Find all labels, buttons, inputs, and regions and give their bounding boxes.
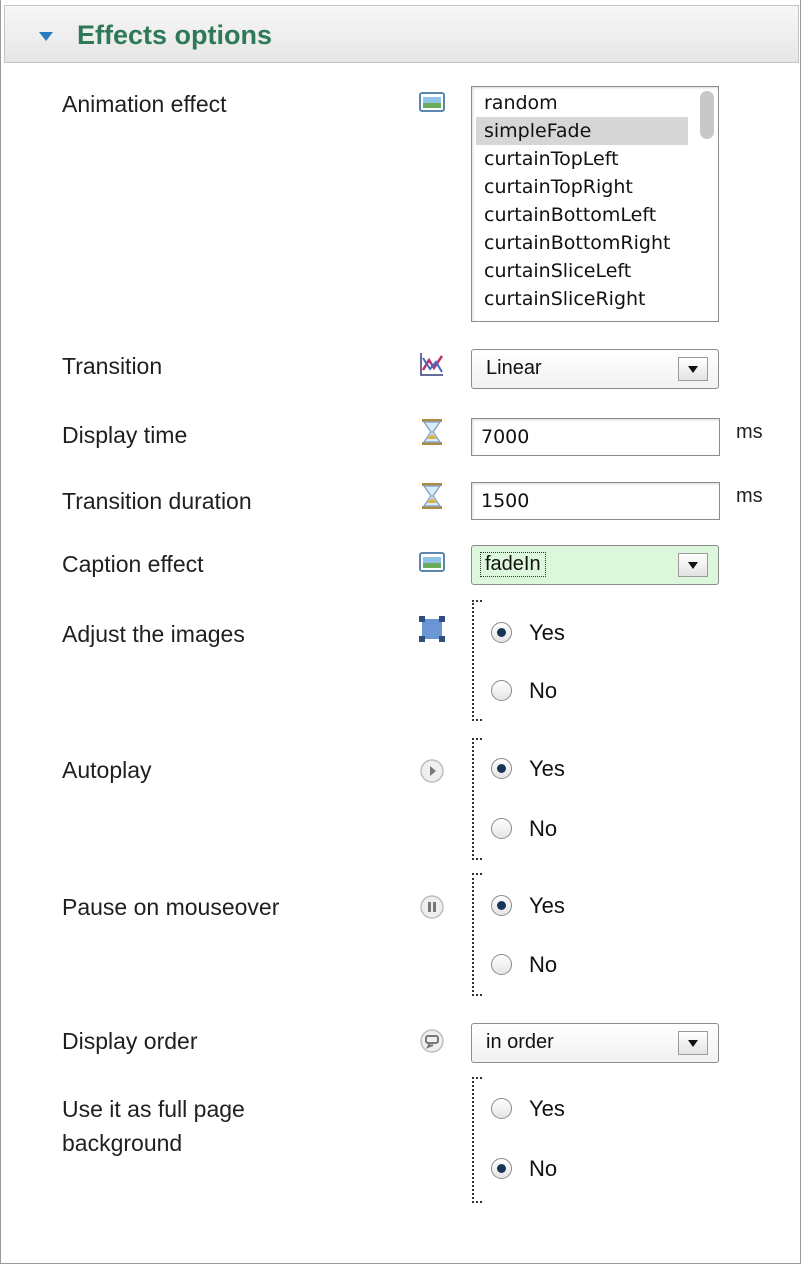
effects-options-header[interactable]: Effects options — [4, 5, 799, 63]
display-time-label: Display time — [62, 422, 188, 448]
full-page-background-no-radio[interactable] — [491, 1158, 512, 1179]
pause-icon — [420, 895, 444, 919]
listbox-option[interactable]: curtainBottomRight — [476, 229, 688, 257]
listbox-option[interactable]: curtainBottomLeft — [476, 201, 688, 229]
transition-duration-label: Transition duration — [62, 488, 252, 514]
transition-label: Transition — [62, 353, 163, 379]
pause-yes-radio[interactable] — [491, 895, 512, 916]
listbox-option[interactable]: curtainSliceRight — [476, 285, 688, 313]
adjust-images-no-radio[interactable] — [491, 680, 512, 701]
transition-select[interactable]: Linear — [471, 349, 719, 389]
display-time-input[interactable]: 7000 — [471, 418, 720, 456]
transition-duration-input[interactable]: 1500 — [471, 482, 720, 520]
listbox-option[interactable]: curtainSliceLeft — [476, 257, 688, 285]
caption-effect-select[interactable]: fadeIn — [471, 545, 719, 585]
display-time-unit: ms — [736, 421, 763, 443]
autoplay-label: Autoplay — [62, 757, 152, 783]
autoplay-no-label: No — [529, 816, 558, 841]
pause-no-label: No — [529, 952, 558, 977]
pause-no-radio[interactable] — [491, 954, 512, 975]
display-order-label: Display order — [62, 1028, 198, 1054]
pause-on-mouseover-label: Pause on mouseover — [62, 894, 280, 920]
pause-yes-label: Yes — [529, 893, 565, 918]
collapse-triangle-icon[interactable] — [39, 32, 53, 41]
autoplay-radio-group — [472, 738, 482, 860]
full-page-background-no-label: No — [529, 1156, 558, 1181]
section-title: Effects options — [77, 20, 273, 50]
animation-effect-listbox[interactable]: random simpleFade curtainTopLeft curtain… — [471, 86, 719, 322]
autoplay-yes-label: Yes — [529, 756, 565, 781]
transition-duration-unit: ms — [736, 485, 763, 507]
adjust-images-label: Adjust the images — [62, 621, 245, 647]
caption-effect-value: fadeIn — [480, 552, 546, 577]
adjust-images-no-label: No — [529, 678, 558, 703]
caption-effect-label: Caption effect — [62, 551, 204, 577]
image-icon — [419, 552, 445, 572]
chevron-down-icon[interactable] — [678, 1031, 708, 1055]
display-order-select[interactable]: in order — [471, 1023, 719, 1063]
full-page-background-yes-label: Yes — [529, 1096, 565, 1121]
hourglass-icon — [422, 483, 442, 509]
hourglass-icon — [422, 419, 442, 445]
animation-effect-label: Animation effect — [62, 91, 227, 117]
pause-radio-group — [472, 873, 482, 996]
listbox-option[interactable]: random — [476, 89, 688, 117]
full-page-background-yes-radio[interactable] — [491, 1098, 512, 1119]
play-icon — [420, 759, 444, 783]
full-page-background-label-line2: background — [62, 1130, 183, 1156]
transition-value: Linear — [486, 357, 542, 379]
chart-icon — [420, 353, 444, 376]
autoplay-yes-radio[interactable] — [491, 758, 512, 779]
listbox-scrollbar[interactable] — [700, 91, 714, 139]
adjust-images-yes-label: Yes — [529, 620, 565, 645]
transition-duration-value: 1500 — [481, 490, 530, 512]
autoplay-no-radio[interactable] — [491, 818, 512, 839]
listbox-option-selected[interactable]: simpleFade — [476, 117, 688, 145]
adjust-images-radio-group — [472, 600, 482, 721]
full-page-background-radio-group — [472, 1077, 482, 1203]
image-icon — [419, 92, 445, 112]
chevron-down-icon[interactable] — [678, 553, 708, 577]
chevron-down-icon[interactable] — [678, 357, 708, 381]
display-time-value: 7000 — [481, 426, 530, 448]
listbox-option[interactable]: curtainTopLeft — [476, 145, 688, 173]
listbox-option[interactable]: curtainTopRight — [476, 173, 688, 201]
resize-icon — [419, 616, 445, 642]
shuffle-icon — [420, 1029, 444, 1053]
full-page-background-label-line1: Use it as full page — [62, 1096, 245, 1122]
adjust-images-yes-radio[interactable] — [491, 622, 512, 643]
display-order-value: in order — [486, 1031, 554, 1053]
